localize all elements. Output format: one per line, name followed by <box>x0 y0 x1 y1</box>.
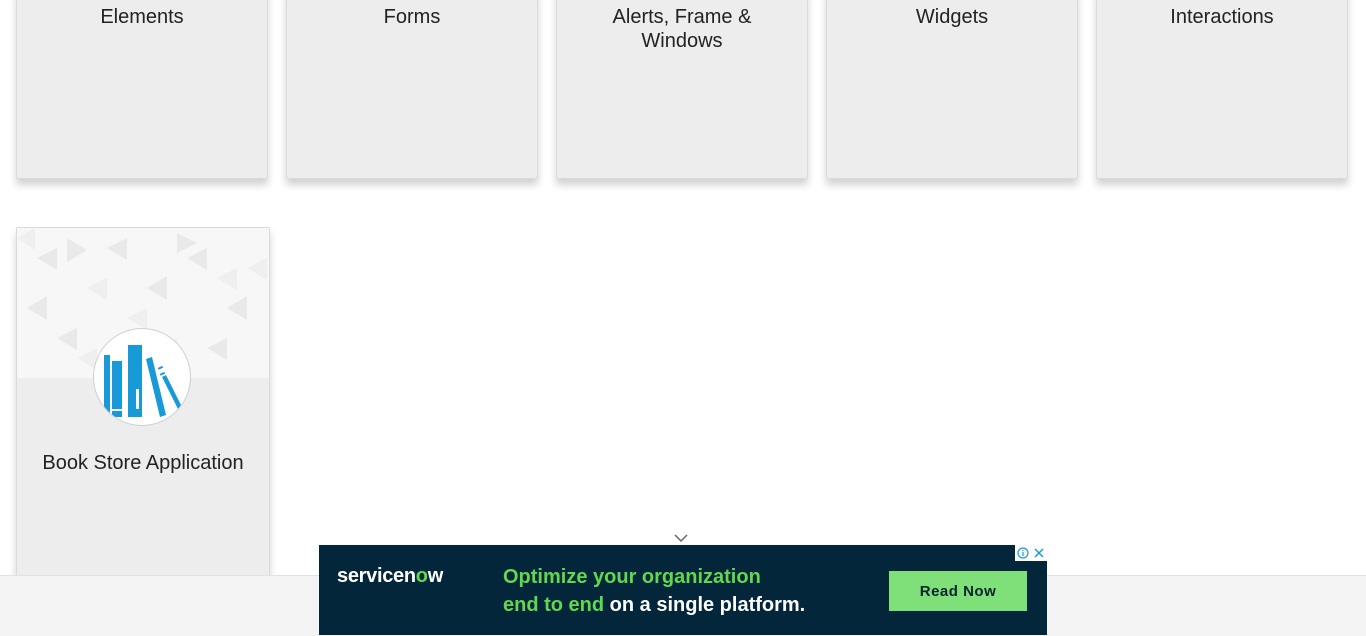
ad-headline-green: end to end <box>503 594 605 616</box>
card-title: Elements <box>100 6 184 28</box>
brand-suffix: w <box>427 565 444 587</box>
ad-headline-line2: end to end on a single platform. <box>503 591 805 619</box>
card-interactions[interactable]: Interactions <box>1096 0 1348 179</box>
card-book-store-application[interactable]: Book Store Application <box>16 227 270 587</box>
ad-headline-line1: Optimize your organization <box>503 566 761 588</box>
card-title: Book Store Application <box>42 452 244 474</box>
card-title: Forms <box>383 6 441 28</box>
bookshelf-icon <box>93 328 191 426</box>
card-widgets[interactable]: Widgets <box>826 0 1078 179</box>
brand-o: o <box>415 565 428 587</box>
ad-choices <box>1015 545 1047 561</box>
info-icon[interactable] <box>1015 545 1031 561</box>
card-title: Interactions <box>1170 6 1274 28</box>
servicenow-ad-banner[interactable]: servicenow Optimize your organization en… <box>319 545 1047 635</box>
brand-prefix: servicen <box>337 565 416 587</box>
card-title: Widgets <box>915 6 989 28</box>
read-now-button[interactable]: Read Now <box>889 571 1027 611</box>
ad-headline-white: on a single platform. <box>604 594 806 616</box>
servicenow-logo: servicenow <box>337 565 443 588</box>
close-icon[interactable] <box>1031 545 1047 561</box>
card-elements[interactable]: Elements <box>16 0 268 179</box>
card-alerts-frame-windows[interactable]: Alerts, Frame & Windows <box>556 0 808 179</box>
ad-headline: Optimize your organization end to end on… <box>503 563 805 619</box>
card-title: Alerts, Frame & Windows <box>612 6 752 52</box>
card-forms[interactable]: Forms <box>286 0 538 179</box>
chevron-down-icon[interactable] <box>674 530 688 543</box>
